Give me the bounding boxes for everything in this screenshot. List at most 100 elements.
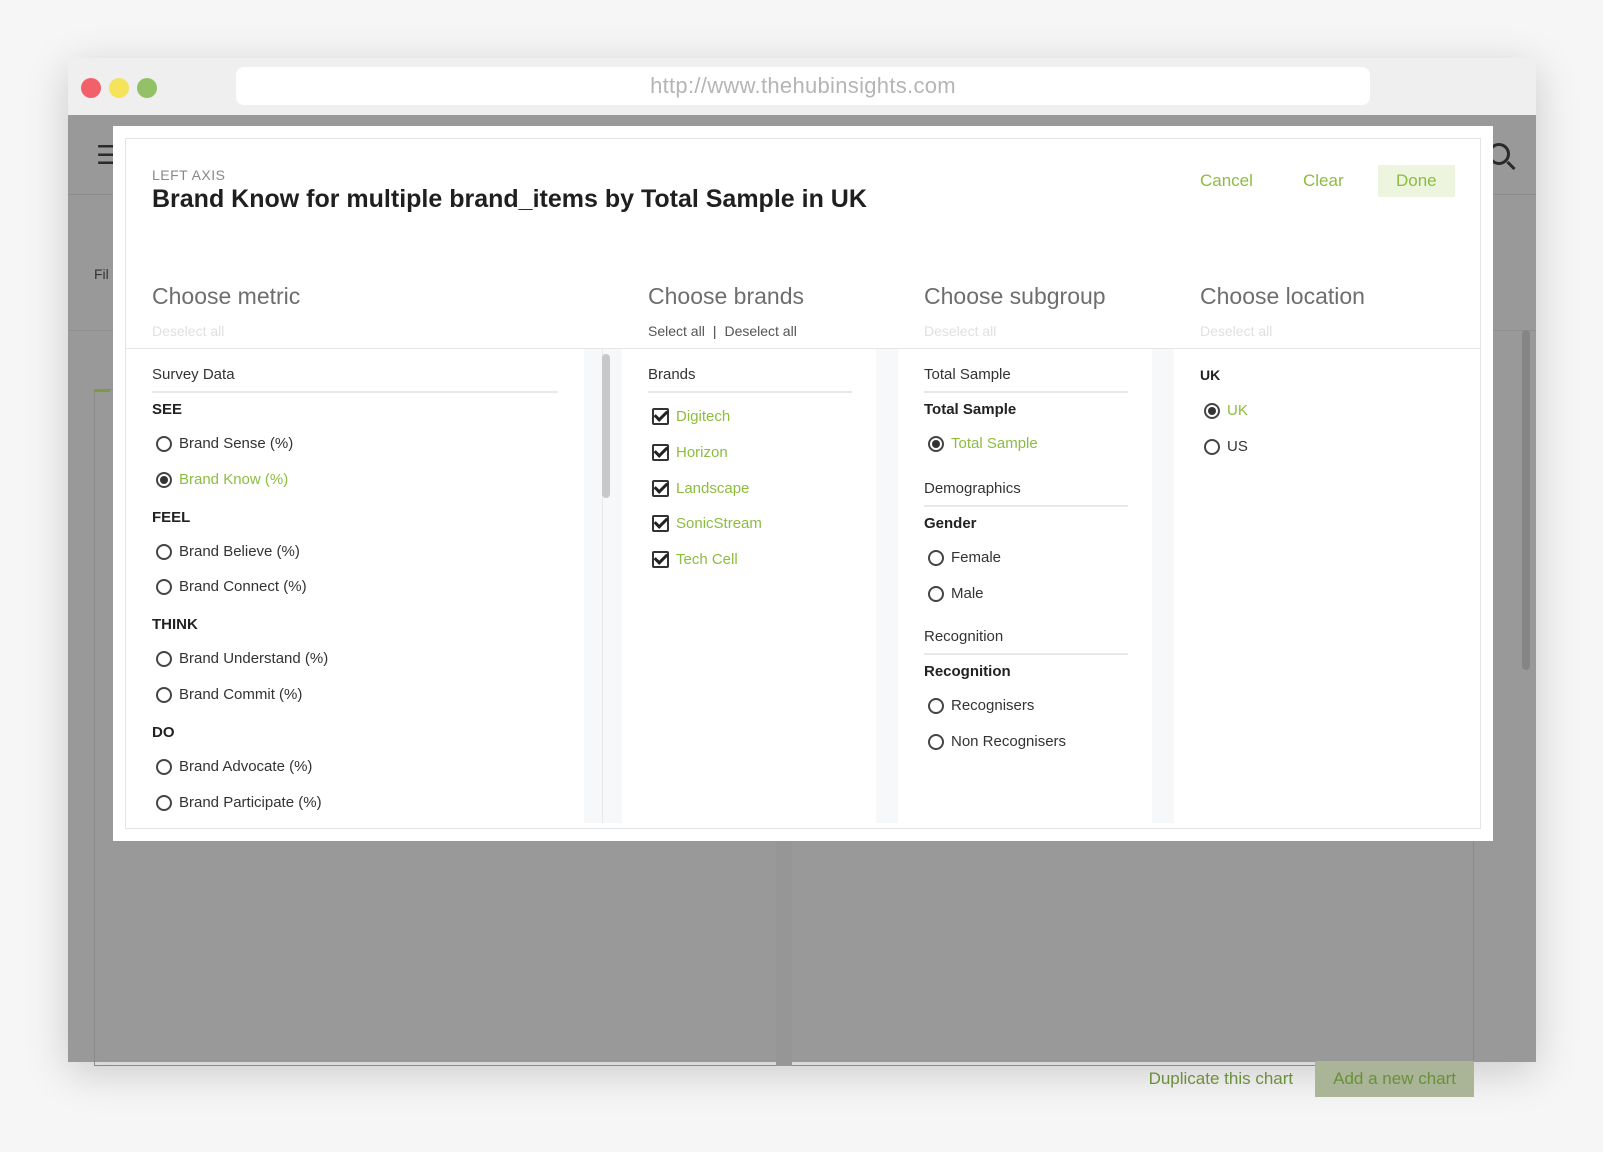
brand-option[interactable]: Landscape bbox=[652, 480, 749, 497]
subgroup-section: Recognition bbox=[924, 663, 1011, 680]
option-label: Total Sample bbox=[951, 435, 1038, 452]
option-label: SonicStream bbox=[676, 515, 762, 532]
option-label: Non Recognisers bbox=[951, 733, 1067, 750]
duplicate-chart-link[interactable]: Duplicate this chart bbox=[1149, 1069, 1294, 1089]
subgroup-option[interactable]: Recognisers bbox=[928, 697, 1034, 714]
subgroup-section: Gender bbox=[924, 515, 977, 532]
header-divider bbox=[126, 348, 1480, 349]
radio-button-icon bbox=[156, 758, 172, 775]
minimize-window-button[interactable] bbox=[109, 78, 129, 98]
option-label: Female bbox=[951, 549, 1002, 566]
option-label: Digitech bbox=[676, 408, 731, 425]
option-label: Brand Believe (%) bbox=[179, 543, 300, 560]
option-label: Brand Know (%) bbox=[179, 471, 289, 488]
brands-deselect-all[interactable]: Deselect all bbox=[724, 323, 796, 339]
radio-button-icon bbox=[156, 650, 172, 667]
option-label: Brand Sense (%) bbox=[179, 435, 294, 452]
brand-option[interactable]: Horizon bbox=[652, 444, 728, 461]
brand-option[interactable]: Tech Cell bbox=[652, 551, 738, 568]
radio-button-icon bbox=[156, 543, 172, 560]
dialog-title: Brand Know for multiple brand_items by T… bbox=[152, 185, 867, 213]
brand-option[interactable]: Digitech bbox=[652, 408, 730, 425]
add-chart-button[interactable]: Add a new chart bbox=[1315, 1061, 1474, 1097]
chart-actions: Duplicate this chart Add a new chart bbox=[1149, 1061, 1474, 1097]
checkbox-checked-icon bbox=[652, 480, 669, 497]
choose-brands-heading: Choose brands bbox=[648, 283, 804, 309]
option-label: Landscape bbox=[676, 480, 750, 497]
subgroup-option[interactable]: Total Sample bbox=[928, 435, 1038, 452]
subgroup-group-title: Total Sample bbox=[924, 366, 1128, 393]
radio-button-icon bbox=[928, 549, 944, 566]
column-gutter bbox=[1152, 349, 1174, 823]
location-option[interactable]: UK bbox=[1204, 402, 1248, 419]
done-button[interactable]: Done bbox=[1378, 165, 1455, 197]
metric-option[interactable]: Brand Connect (%) bbox=[156, 578, 307, 595]
maximize-window-button[interactable] bbox=[137, 78, 157, 98]
metric-section-think: THINK bbox=[152, 616, 198, 633]
option-label: Male bbox=[951, 585, 984, 602]
choose-subgroup-heading: Choose subgroup bbox=[924, 283, 1106, 309]
location-section: UK bbox=[1200, 367, 1221, 383]
option-label: Horizon bbox=[676, 444, 728, 461]
option-label: Brand Understand (%) bbox=[179, 650, 329, 667]
choose-metric-heading: Choose metric bbox=[152, 283, 301, 309]
metric-option[interactable]: Brand Understand (%) bbox=[156, 650, 328, 667]
subgroup-group-title: Recognition bbox=[924, 628, 1128, 655]
url-bar[interactable]: http://www.thehubinsights.com bbox=[236, 67, 1370, 105]
radio-button-selected-icon bbox=[156, 471, 172, 488]
metric-section-do: DO bbox=[152, 724, 175, 741]
metric-option[interactable]: Brand Participate (%) bbox=[156, 794, 322, 811]
radio-button-selected-icon bbox=[928, 435, 944, 452]
page-scrollbar[interactable] bbox=[1522, 330, 1530, 670]
filter-label: Fil bbox=[94, 266, 109, 282]
location-deselect-all[interactable]: Deselect all bbox=[1200, 323, 1272, 339]
metric-option[interactable]: Brand Know (%) bbox=[156, 471, 288, 488]
axis-label: LEFT AXIS bbox=[152, 167, 226, 183]
option-label: Tech Cell bbox=[676, 551, 738, 568]
checkbox-checked-icon bbox=[652, 515, 669, 532]
brands-select-all[interactable]: Select all bbox=[648, 323, 705, 339]
subgroup-group-title: Demographics bbox=[924, 480, 1128, 507]
choose-location-heading: Choose location bbox=[1200, 283, 1365, 309]
option-label: Recognisers bbox=[951, 697, 1035, 714]
cancel-button[interactable]: Cancel bbox=[1200, 165, 1253, 197]
metric-option[interactable]: Brand Sense (%) bbox=[156, 435, 293, 452]
brands-select-controls: Select all | Deselect all bbox=[648, 323, 797, 339]
close-window-button[interactable] bbox=[81, 78, 101, 98]
browser-titlebar: http://www.thehubinsights.com bbox=[68, 58, 1536, 115]
location-option[interactable]: US bbox=[1204, 438, 1248, 455]
radio-button-icon bbox=[156, 435, 172, 452]
radio-button-selected-icon bbox=[1204, 402, 1220, 419]
subgroup-option[interactable]: Male bbox=[928, 585, 984, 602]
option-label: Brand Participate (%) bbox=[179, 794, 322, 811]
metric-section-see: SEE bbox=[152, 401, 183, 418]
option-label: US bbox=[1227, 438, 1248, 455]
subgroup-option[interactable]: Non Recognisers bbox=[928, 733, 1066, 750]
radio-button-icon bbox=[928, 585, 944, 602]
radio-button-icon bbox=[1204, 438, 1220, 455]
subgroup-section: Total Sample bbox=[924, 401, 1017, 418]
metric-section-feel: FEEL bbox=[152, 509, 191, 526]
tab-indicator bbox=[94, 389, 110, 392]
subgroup-option[interactable]: Female bbox=[928, 549, 1001, 566]
metric-deselect-all[interactable]: Deselect all bbox=[152, 323, 224, 339]
axis-settings-dialog: LEFT AXIS Brand Know for multiple brand_… bbox=[113, 126, 1493, 841]
radio-button-icon bbox=[156, 686, 172, 703]
metric-option[interactable]: Brand Advocate (%) bbox=[156, 758, 312, 775]
option-label: UK bbox=[1227, 402, 1248, 419]
column-gutter bbox=[876, 349, 898, 823]
brands-group-title: Brands bbox=[648, 366, 852, 393]
option-label: Brand Connect (%) bbox=[179, 578, 307, 595]
radio-button-icon bbox=[928, 733, 944, 750]
checkbox-checked-icon bbox=[652, 408, 669, 425]
metric-scrollbar[interactable] bbox=[602, 354, 610, 498]
subgroup-deselect-all[interactable]: Deselect all bbox=[924, 323, 996, 339]
checkbox-checked-icon bbox=[652, 551, 669, 568]
metric-option[interactable]: Brand Commit (%) bbox=[156, 686, 302, 703]
clear-button[interactable]: Clear bbox=[1303, 165, 1344, 197]
checkbox-checked-icon bbox=[652, 444, 669, 461]
brand-option[interactable]: SonicStream bbox=[652, 515, 762, 532]
metric-group-title: Survey Data bbox=[152, 366, 558, 393]
metric-option[interactable]: Brand Believe (%) bbox=[156, 543, 300, 560]
radio-button-icon bbox=[156, 578, 172, 595]
